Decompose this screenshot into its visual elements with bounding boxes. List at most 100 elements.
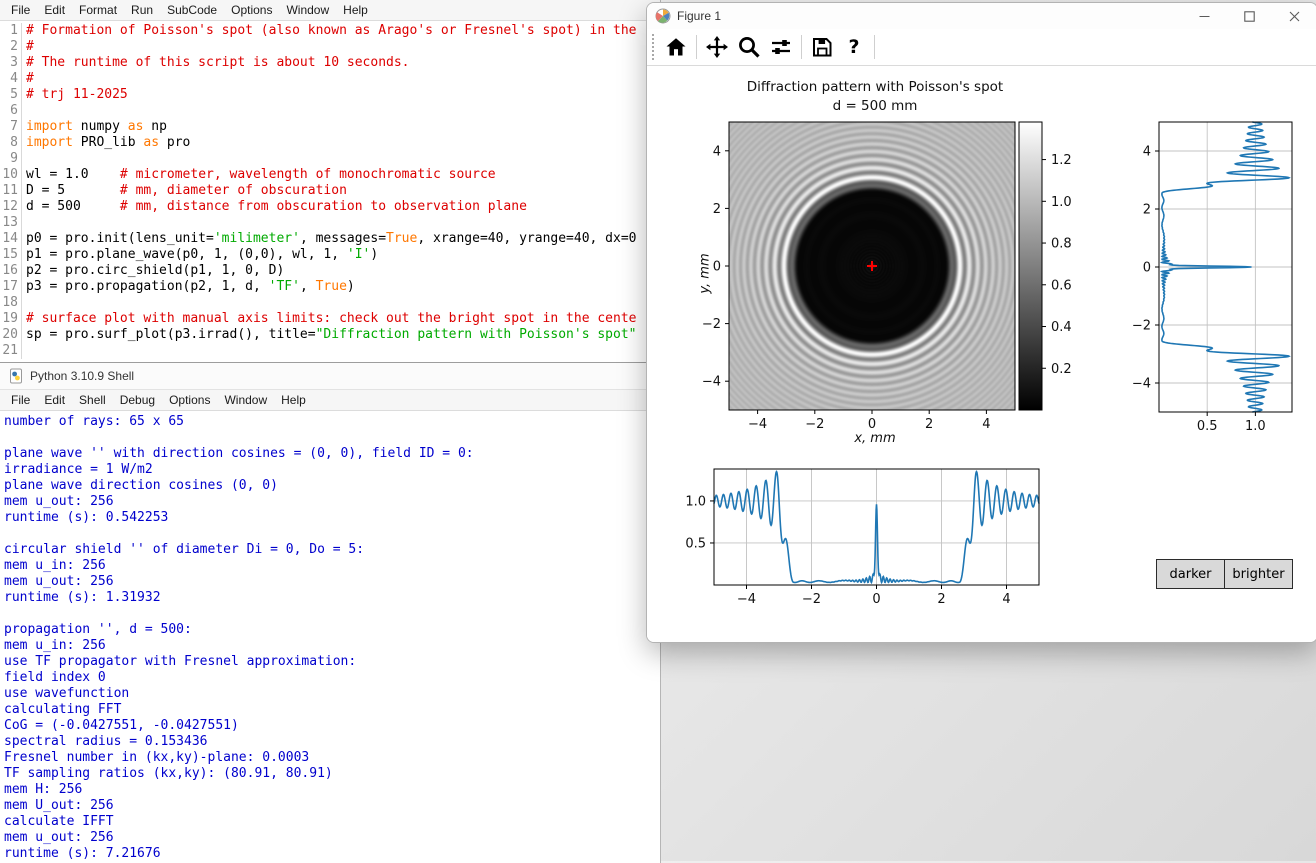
svg-text:0.8: 0.8 (1051, 237, 1072, 252)
figure-toolbar: ? (647, 29, 1316, 66)
svg-text:4: 4 (713, 144, 721, 159)
shell-menubar: File Edit Shell Debug Options Window Help (0, 390, 660, 411)
menu-item-edit[interactable]: Edit (37, 391, 72, 409)
menu-item-shell[interactable]: Shell (72, 391, 113, 409)
toolbar-separator (874, 35, 875, 59)
shell-titlebar[interactable]: Python 3.10.9 Shell (0, 363, 660, 390)
darker-button[interactable]: darker (1156, 559, 1225, 589)
svg-text:0: 0 (713, 260, 721, 275)
svg-text:−4: −4 (737, 592, 756, 607)
code-line: 7 import numpy as np (10, 119, 167, 135)
svg-text:0.5: 0.5 (685, 536, 706, 551)
toolbar-grip[interactable] (652, 34, 654, 60)
svg-text:1.2: 1.2 (1051, 153, 1072, 168)
plot-subtitle: d = 500 mm (832, 98, 918, 114)
svg-text:0: 0 (1143, 261, 1151, 276)
svg-text:−2: −2 (1132, 319, 1151, 334)
editor-menubar: File Edit Format Run SubCode Options Window Hel… (0, 0, 660, 21)
figure-titlebar[interactable]: Figure 1 (647, 3, 1316, 29)
save-icon[interactable] (807, 32, 837, 62)
menu-item-options[interactable]: Options (162, 391, 217, 409)
menu-item-edit[interactable]: Edit (37, 1, 72, 19)
svg-text:0: 0 (872, 592, 880, 607)
desktop: { "editor_window": { "menu": ["File","Ed… (0, 0, 1316, 863)
shell-output-line (4, 606, 660, 622)
shell-output-line: irradiance = 1 W/m2 (4, 462, 153, 477)
menu-item-window[interactable]: Window (279, 1, 336, 19)
svg-text:1.0: 1.0 (1245, 419, 1266, 434)
menu-item-file[interactable]: File (4, 1, 37, 19)
help-icon[interactable]: ? (839, 32, 869, 62)
shell-output-line: use wavefunction (4, 686, 130, 701)
shell-output-line: calculate IFFT (4, 814, 114, 829)
svg-text:2: 2 (1143, 203, 1151, 218)
shell-output-line: runtime (s): 1.31932 (4, 590, 161, 605)
configure-subplots-icon[interactable] (766, 32, 796, 62)
svg-text:2: 2 (713, 202, 721, 217)
shell-output-line: runtime (s): 0.542253 (4, 510, 169, 525)
shell-output-line: mem u_in: 256 (4, 638, 106, 653)
code-line: 19 # surface plot with manual axis limits… (2, 311, 637, 327)
svg-text:−2: −2 (702, 317, 721, 332)
menu-item-options[interactable]: Options (224, 1, 279, 19)
figure-canvas[interactable]: −4 −2 0 2 4 −4 −2 0 2 4 0.2 0.4 0.6 0.8 1.0 1.2 0.5 1.0 −4… (647, 66, 1316, 642)
shell-output-line: plane wave '' with direction cosines = (… (4, 446, 474, 461)
code-line: 13 (0, 215, 660, 231)
minimize-button[interactable] (1182, 3, 1227, 29)
x-axis-label: x, mm (854, 431, 896, 446)
menu-item-run[interactable]: Run (124, 1, 160, 19)
menu-item-debug[interactable]: Debug (113, 391, 162, 409)
svg-text:0.6: 0.6 (1051, 278, 1072, 293)
shell-output-line: plane wave direction cosines (0, 0) (4, 478, 278, 493)
shell-output-line (4, 526, 660, 542)
code-editor[interactable]: 1 # Formation of Poisson's spot (also kno… (0, 21, 660, 364)
zoom-icon[interactable] (734, 32, 764, 62)
shell-output-line (4, 430, 660, 446)
brighter-button[interactable]: brighter (1224, 559, 1293, 589)
figure-window-title: Figure 1 (677, 9, 722, 23)
menu-item-window[interactable]: Window (217, 391, 274, 409)
code-line: 10 wl = 1.0 # micrometer, wavelength of m… (2, 167, 496, 183)
menu-item-format[interactable]: Format (72, 1, 124, 19)
shell-output-line: circular shield '' of diameter Di = 0, D… (4, 542, 365, 557)
svg-text:0.4: 0.4 (1051, 320, 1072, 335)
shell-output-line: mem u_out: 256 (4, 494, 114, 509)
python-shell-icon (8, 368, 24, 384)
shell-output-line: propagation '', d = 500: (4, 622, 192, 637)
code-line: 18 (0, 295, 660, 311)
home-icon[interactable] (661, 32, 691, 62)
menu-item-help[interactable]: Help (336, 1, 375, 19)
code-line: 16 p2 = pro.circ_shield(p1, 1, 0, D) (2, 263, 285, 279)
code-line: 21 (0, 343, 660, 359)
code-line: 4 # (10, 71, 34, 87)
y-axis-label: y, mm (697, 253, 713, 294)
svg-text:4: 4 (1002, 592, 1010, 607)
close-button[interactable] (1272, 3, 1316, 29)
menu-item-file[interactable]: File (4, 391, 37, 409)
code-line: 5 # trj 11-2025 (10, 87, 128, 103)
idle-shell-window: Python 3.10.9 Shell File Edit Shell Debug Op… (0, 362, 661, 863)
idle-editor-window: File Edit Format Run SubCode Options Window Hel… (0, 0, 661, 364)
shell-output-line: mem H: 256 (4, 782, 83, 797)
shell-output-line: mem u_out: 256 (4, 574, 114, 589)
shell-output-line: calculating FFT (4, 702, 122, 717)
svg-text:1.0: 1.0 (1051, 195, 1072, 210)
svg-text:−4: −4 (1132, 377, 1151, 392)
shell-output-line: mem u_in: 256 (4, 558, 106, 573)
svg-text:4: 4 (982, 417, 990, 432)
svg-text:4: 4 (1143, 145, 1151, 160)
code-line: 12 d = 500 # mm, distance from obscuratio… (2, 199, 527, 215)
svg-text:2: 2 (925, 417, 933, 432)
code-line: 2 # (10, 39, 34, 55)
menu-item-subcode[interactable]: SubCode (160, 1, 224, 19)
code-line: 9 (0, 151, 660, 167)
pan-icon[interactable] (702, 32, 732, 62)
shell-output[interactable]: number of rays: 65 x 65 plane wave '' wi… (0, 411, 660, 862)
code-line: 8 import PRO_lib as pro (10, 135, 191, 151)
diffraction-heatmap (729, 122, 1015, 410)
toolbar-separator (696, 35, 697, 59)
menu-item-help[interactable]: Help (274, 391, 313, 409)
shell-output-line: field index 0 (4, 670, 106, 685)
svg-text:−4: −4 (702, 375, 721, 390)
maximize-button[interactable] (1227, 3, 1272, 29)
